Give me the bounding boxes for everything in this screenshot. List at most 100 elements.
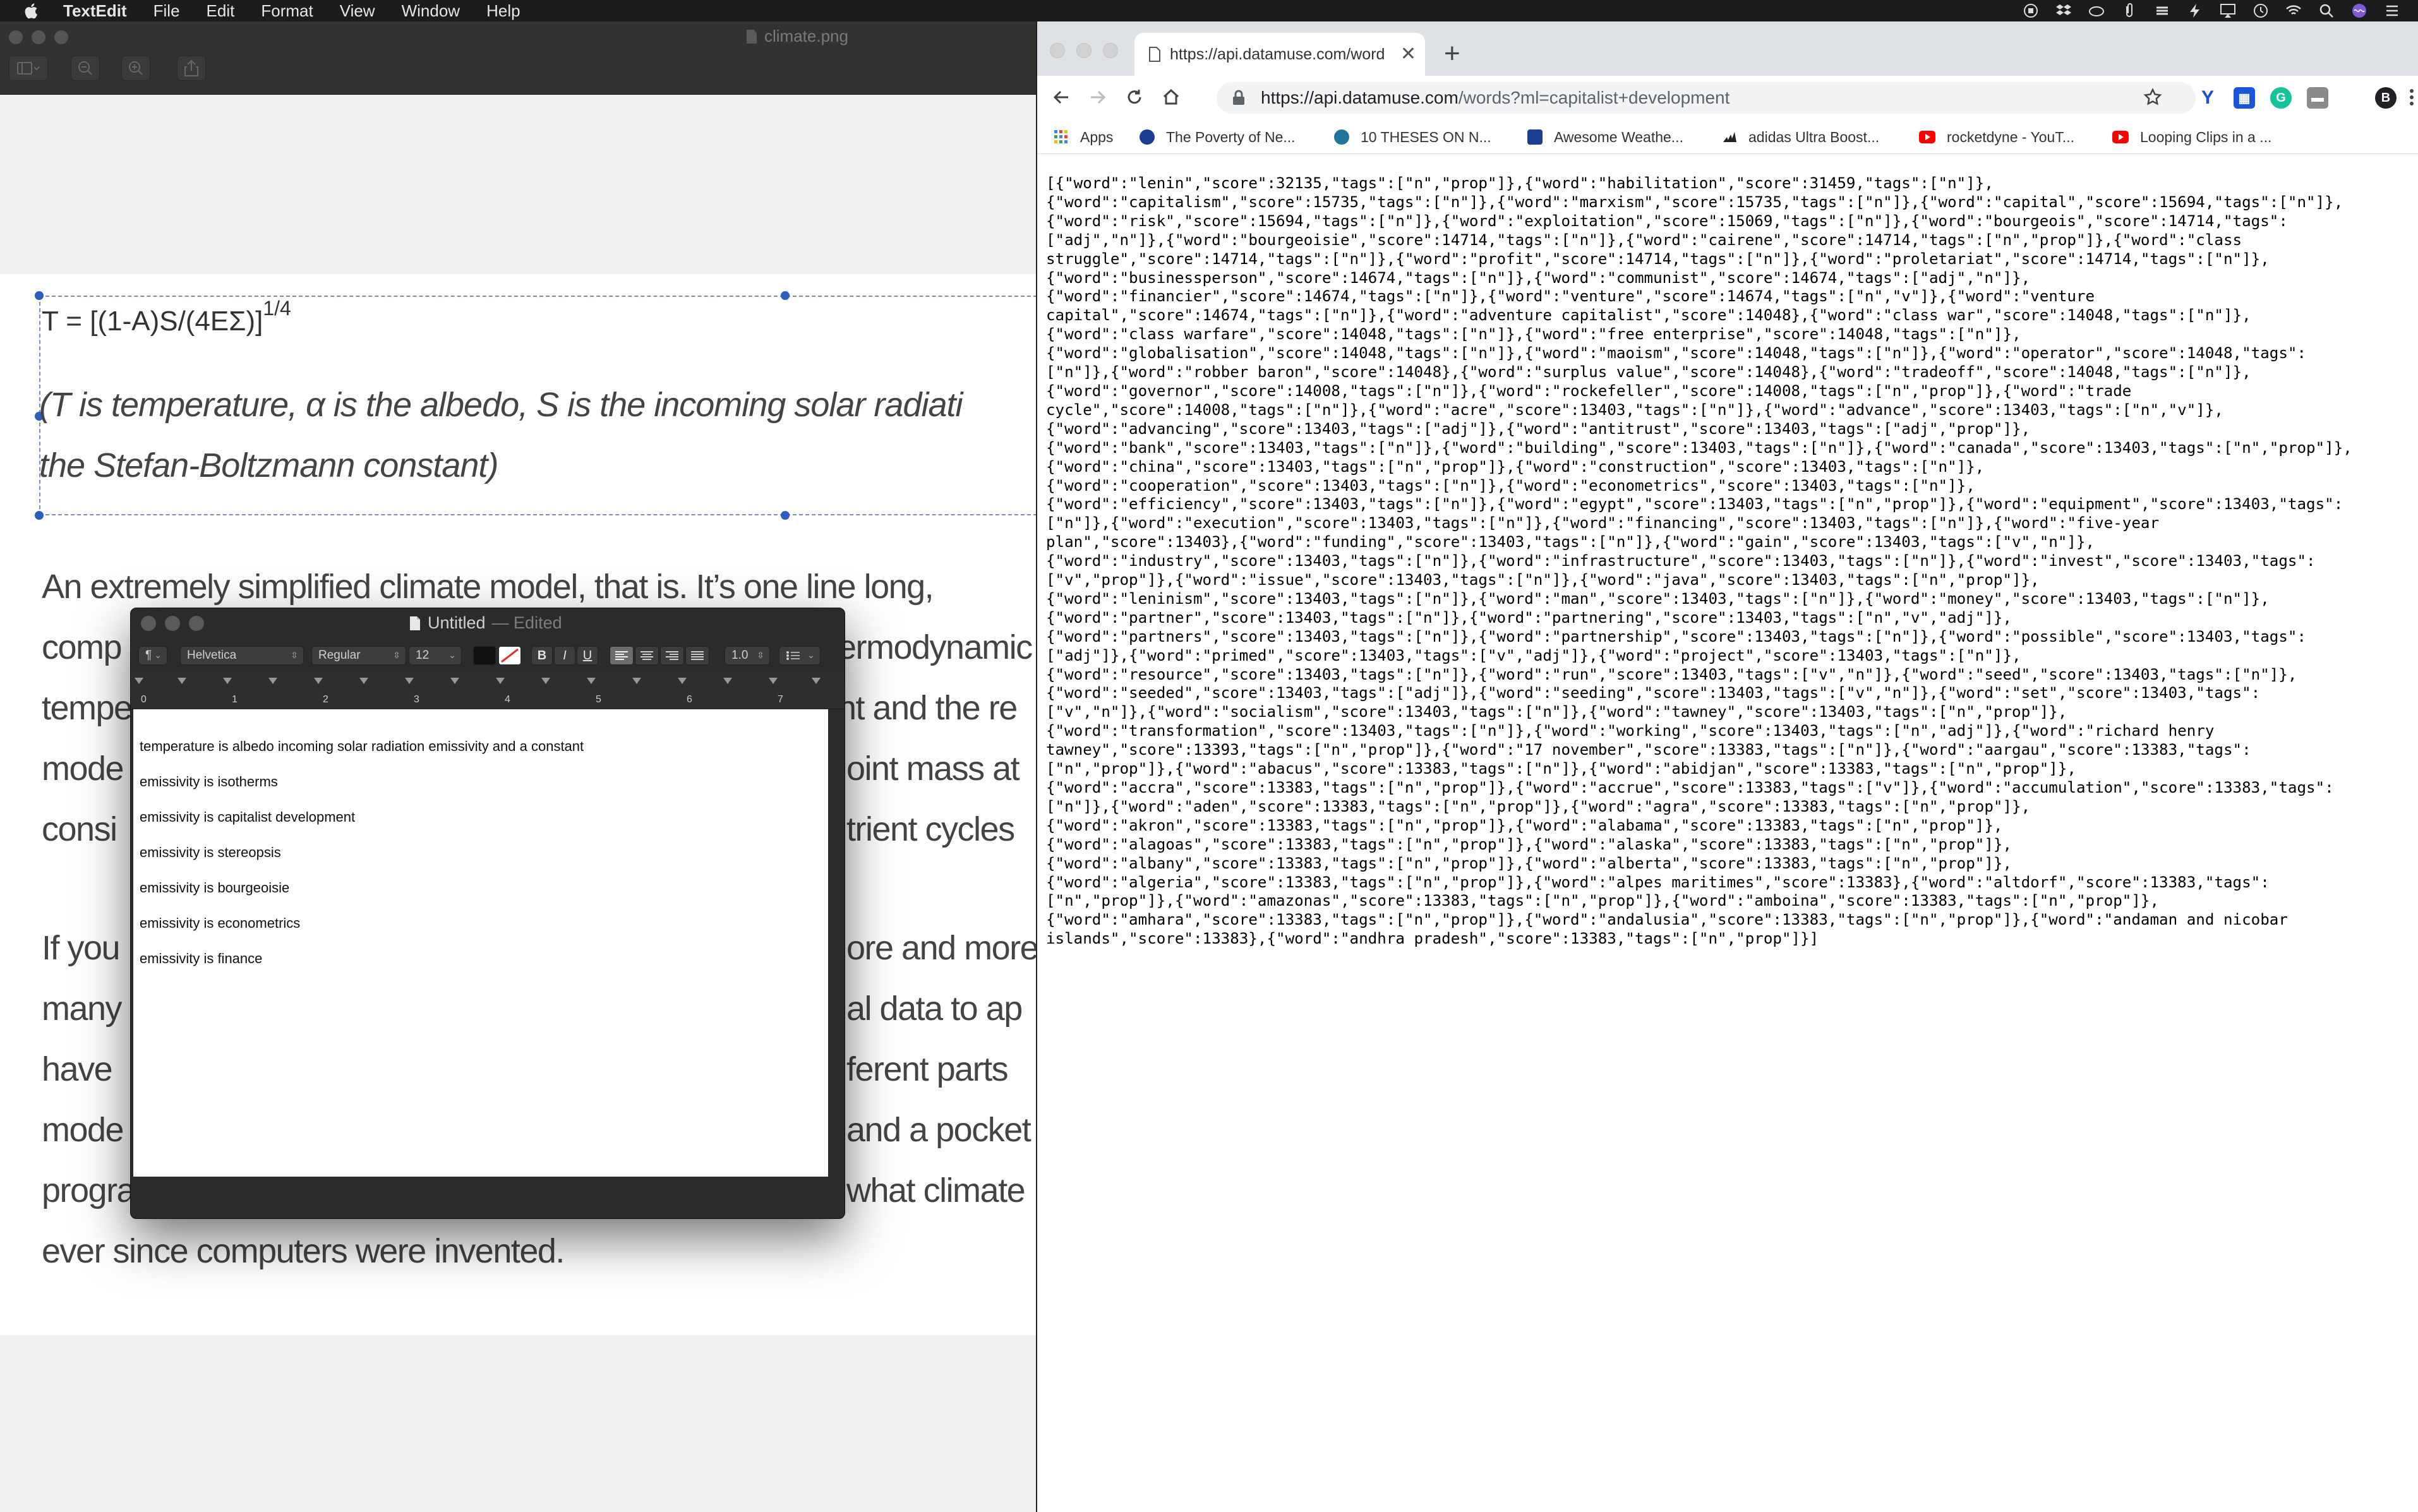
tab-datamuse[interactable]: https://api.datamuse.com/word ✕: [1134, 33, 1425, 76]
address-bar[interactable]: https://api.datamuse.com/words?ml=capita…: [1217, 82, 2196, 114]
paperclip-icon[interactable]: [2121, 3, 2138, 19]
list-style-select[interactable]: ⌄: [779, 646, 821, 665]
menu-help[interactable]: Help: [486, 1, 520, 21]
chrome-close-button[interactable]: [1050, 43, 1065, 58]
ruler-tab-stop[interactable]: [723, 678, 732, 684]
justify-button[interactable]: [685, 646, 709, 665]
textedit-zoom-button[interactable]: [189, 616, 204, 631]
menu-window[interactable]: Window: [402, 1, 460, 21]
tab-extension-icon[interactable]: ▬: [2307, 87, 2328, 109]
ruler-tab-stop[interactable]: [405, 678, 414, 684]
line-spacing-select[interactable]: 1.0 ⇳: [725, 646, 770, 665]
profile-avatar[interactable]: B: [2375, 87, 2397, 109]
vimium-extension-icon[interactable]: Y: [2197, 87, 2218, 109]
editor-text-line: emissivity is capitalist development: [140, 809, 356, 825]
bookmark-item[interactable]: Awesome Weathe...: [1527, 128, 1683, 147]
chrome-minimize-button[interactable]: [1076, 43, 1092, 58]
bookmark-star-button[interactable]: [2141, 86, 2164, 109]
spotlight-search-icon[interactable]: [2318, 3, 2335, 19]
ruler-tab-stop[interactable]: [450, 678, 459, 684]
align-center-button[interactable]: [635, 646, 659, 665]
ruler-right-margin-marker[interactable]: [812, 678, 821, 684]
ruler-tab-stop[interactable]: [359, 678, 368, 684]
ruler-tab-stop[interactable]: [177, 678, 186, 684]
tab-close-icon[interactable]: ✕: [1400, 43, 1416, 65]
star-icon: [2143, 88, 2162, 105]
chrome-menu-button[interactable]: [2405, 86, 2418, 109]
font-size-select[interactable]: 12 ⌄: [409, 646, 462, 665]
bookmark-item[interactable]: Looping Clips in a ...: [2112, 128, 2271, 147]
json-response-body[interactable]: [{"word":"lenin","score":32135,"tags":["…: [1046, 174, 2418, 949]
grammarly-extension-icon[interactable]: G: [2270, 87, 2292, 109]
ruler-tab-stop[interactable]: [769, 678, 778, 684]
record-icon[interactable]: [2023, 3, 2039, 19]
preview-close-button[interactable]: [9, 30, 23, 44]
preview-minimize-button[interactable]: [32, 30, 45, 44]
align-left-button[interactable]: [610, 646, 634, 665]
stripes-icon[interactable]: [2154, 3, 2170, 19]
apple-menu-icon[interactable]: [23, 1, 42, 20]
creative-cloud-icon[interactable]: [2088, 3, 2105, 19]
wifi-icon[interactable]: [2285, 3, 2302, 19]
chrome-zoom-button[interactable]: [1103, 43, 1118, 58]
background-color-well[interactable]: [498, 646, 521, 665]
ruler-tab-stop[interactable]: [632, 678, 641, 684]
selection-handle[interactable]: [781, 291, 790, 300]
bookmark-item[interactable]: The Poverty of Ne...: [1140, 128, 1296, 147]
ruler-tab-stop[interactable]: [587, 678, 596, 684]
menu-format[interactable]: Format: [261, 1, 313, 21]
bolt-icon[interactable]: [2187, 3, 2203, 19]
italic-button[interactable]: I: [554, 646, 575, 665]
line-spacing-label: 1.0: [731, 649, 749, 662]
back-button[interactable]: [1050, 86, 1073, 109]
align-right-button[interactable]: [660, 646, 684, 665]
ruler[interactable]: 0 1 2 3 4 5 6 7: [131, 673, 845, 709]
menu-app-textedit[interactable]: TextEdit: [63, 1, 127, 21]
textedit-minimize-button[interactable]: [165, 616, 180, 631]
zoom-in-icon: [129, 61, 143, 75]
siri-icon[interactable]: [2351, 3, 2367, 19]
menu-view[interactable]: View: [340, 1, 375, 21]
new-tab-button[interactable]: +: [1444, 38, 1460, 69]
ruler-indent-marker[interactable]: [135, 678, 143, 684]
home-button[interactable]: [1160, 86, 1182, 109]
bold-button[interactable]: B: [531, 646, 553, 665]
text-editor-area[interactable]: temperature is albedo incoming solar rad…: [133, 709, 828, 1177]
menu-edit[interactable]: Edit: [207, 1, 235, 21]
ruler-tab-stop[interactable]: [223, 678, 232, 684]
font-style-select[interactable]: Regular ⇳: [311, 646, 406, 665]
bookmark-item[interactable]: 10 THESES ON N...: [1334, 128, 1491, 147]
body-text-line: An extremely simplified climate model, t…: [42, 568, 934, 606]
ruler-tab-stop[interactable]: [541, 678, 550, 684]
reload-button[interactable]: [1123, 86, 1146, 109]
ruler-tab-stop[interactable]: [268, 678, 277, 684]
font-family-select[interactable]: Helvetica ⇳: [180, 646, 304, 665]
zoom-in-button[interactable]: [121, 56, 150, 81]
notification-center-icon[interactable]: [2384, 3, 2400, 19]
editor-scrollbar[interactable]: [828, 709, 843, 1177]
sidebar-toggle-button[interactable]: [9, 56, 48, 81]
dropbox-icon[interactable]: [2055, 3, 2072, 19]
preview-zoom-button[interactable]: [54, 30, 68, 44]
zoom-out-button[interactable]: [71, 56, 100, 81]
ruler-tab-stop[interactable]: [496, 678, 505, 684]
forward-button[interactable]: [1086, 86, 1109, 109]
bookmark-item[interactable]: rocketdyne - YouT...: [1919, 128, 2074, 147]
selection-handle[interactable]: [35, 511, 44, 520]
time-machine-icon[interactable]: [2253, 3, 2269, 19]
bookmark-item[interactable]: adidas Ultra Boost...: [1722, 128, 1879, 147]
ruler-tab-stop[interactable]: [678, 678, 687, 684]
body-text-fragment: what climate: [846, 1172, 1026, 1209]
selection-handle[interactable]: [781, 511, 790, 520]
menu-file[interactable]: File: [153, 1, 180, 21]
underline-button[interactable]: U: [577, 646, 598, 665]
textedit-close-button[interactable]: [141, 616, 156, 631]
preview-titlebar[interactable]: [0, 21, 1036, 95]
ruler-tab-stop[interactable]: [314, 678, 323, 684]
calendar-extension-icon[interactable]: ▦: [2234, 87, 2255, 109]
share-button[interactable]: [177, 56, 206, 81]
paragraph-style-select[interactable]: ¶ ⌄: [138, 646, 167, 665]
bookmark-apps[interactable]: Apps: [1054, 128, 1113, 147]
text-color-well[interactable]: [473, 646, 496, 665]
airplay-icon[interactable]: [2220, 3, 2236, 19]
